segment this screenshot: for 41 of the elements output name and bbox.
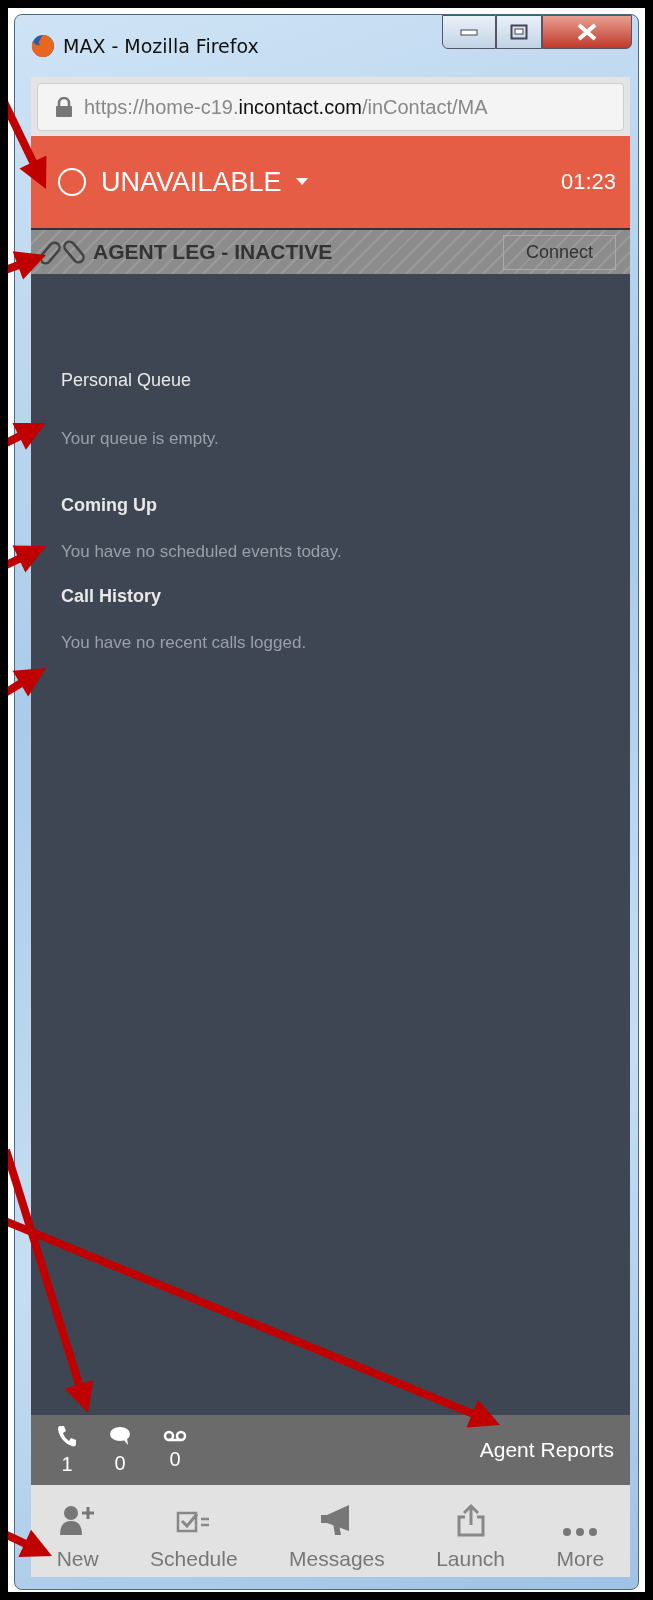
caret-icon (295, 178, 308, 186)
annotation-arrow (8, 251, 46, 280)
empty-message: Your queue is empty. (61, 429, 220, 449)
nav-button[interactable]: Messages (289, 1491, 385, 1571)
broken-link-icon (41, 237, 87, 267)
close-button[interactable] (542, 15, 632, 49)
annotation-arrow (8, 1528, 52, 1558)
section-title: Coming Up (61, 495, 158, 516)
window-title: MAX - Mozilla Firefox (63, 35, 259, 57)
address-field[interactable]: https://home-c19.incontact.com/inContact/MA (37, 83, 624, 131)
phone-icon (57, 1424, 77, 1447)
maximize-button[interactable] (496, 15, 542, 49)
status-timer: 01:23 (560, 169, 616, 195)
section-title: Call History (61, 586, 163, 607)
nav-button[interactable]: Launch (436, 1491, 506, 1571)
counter-value: 1 (61, 1452, 73, 1476)
more-icon (562, 1527, 599, 1537)
voicemail-icon (163, 1429, 187, 1442)
annotation-arrow (8, 423, 46, 450)
nav-button[interactable]: New (56, 1491, 99, 1571)
add-person-icon (59, 1505, 96, 1537)
status-dropdown[interactable]: UNAVAILABLE (57, 166, 308, 198)
agent-reports-link[interactable]: Agent Reports (479, 1438, 614, 1462)
close-icon (576, 23, 598, 41)
nav-button[interactable]: More (556, 1491, 605, 1571)
nav-button[interactable]: Schedule (150, 1491, 238, 1571)
counter-value: 0 (169, 1447, 181, 1471)
minimize-icon (460, 28, 478, 36)
annotation-arrow (8, 545, 46, 573)
firefox-icon (31, 34, 55, 58)
empty-message: You have no recent calls logged. (61, 633, 308, 653)
status-circle-icon (57, 167, 87, 197)
minimize-button[interactable] (442, 15, 496, 49)
chat-icon (109, 1425, 131, 1446)
lock-icon (56, 97, 72, 117)
connect-button[interactable]: Connect (502, 234, 616, 270)
empty-message: You have no scheduled events today. (61, 542, 343, 562)
counter-value: 0 (114, 1451, 126, 1475)
agent-leg-status: AGENT LEG - INACTIVE (93, 240, 334, 264)
section-title: Personal Queue (61, 370, 193, 391)
maximize-icon (510, 24, 528, 40)
